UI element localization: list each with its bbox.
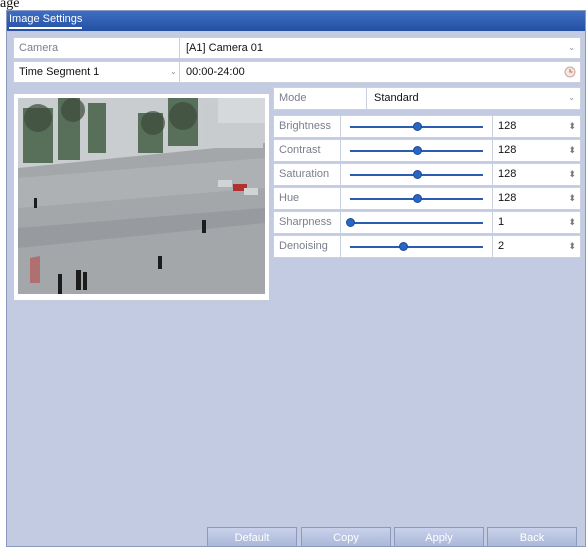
image-settings-window: Image Settings Camera [A1] Camera 01 ⌄ T… xyxy=(6,10,586,547)
window-title: Image Settings xyxy=(9,13,83,29)
mode-row[interactable]: Mode Standard ⌄ xyxy=(273,87,581,110)
adjustment-slider[interactable] xyxy=(341,140,492,161)
adjustment-value[interactable]: 128 xyxy=(498,140,516,161)
preview-image xyxy=(18,98,265,294)
spinner-arrows-icon[interactable]: ⬍ xyxy=(568,116,576,136)
slider-handle[interactable] xyxy=(413,146,422,155)
adjustment-value[interactable]: 128 xyxy=(498,116,516,137)
adjustment-slider[interactable] xyxy=(341,164,492,185)
adjustment-row: Sharpness 1 ⬍ xyxy=(273,211,581,234)
adjustment-value[interactable]: 1 xyxy=(498,212,504,233)
title-bar: Image Settings xyxy=(7,11,585,31)
adjustment-row: Saturation 128 ⬍ xyxy=(273,163,581,186)
adjustment-value[interactable]: 128 xyxy=(498,164,516,185)
adjustment-value[interactable]: 128 xyxy=(498,188,516,209)
default-button[interactable]: Default xyxy=(207,527,297,546)
adjustment-row: Brightness 128 ⬍ xyxy=(273,115,581,138)
adjustment-label: Denoising xyxy=(279,240,328,252)
camera-label: Camera xyxy=(19,42,59,54)
back-button[interactable]: Back xyxy=(487,527,577,546)
time-segment-select[interactable]: Time Segment 1 xyxy=(19,62,99,82)
slider-handle[interactable] xyxy=(346,218,355,227)
chevron-down-icon[interactable]: ⌄ xyxy=(568,38,575,58)
adjustment-row: Contrast 128 ⬍ xyxy=(273,139,581,162)
adjustment-label: Saturation xyxy=(279,168,330,180)
adjustment-row: Hue 128 ⬍ xyxy=(273,187,581,210)
adjustment-slider[interactable] xyxy=(341,236,492,257)
adjustment-slider[interactable] xyxy=(341,188,492,209)
camera-select[interactable]: [A1] Camera 01 xyxy=(186,38,263,58)
chevron-down-icon[interactable]: ⌄ xyxy=(568,88,575,108)
adjustment-row: Denoising 2 ⬍ xyxy=(273,235,581,258)
apply-button[interactable]: Apply xyxy=(394,527,484,546)
slider-handle[interactable] xyxy=(399,242,408,251)
spinner-arrows-icon[interactable]: ⬍ xyxy=(568,188,576,208)
adjustment-value[interactable]: 2 xyxy=(498,236,504,257)
adjustment-slider[interactable] xyxy=(341,116,492,137)
adjustment-slider[interactable] xyxy=(341,212,492,233)
slider-handle[interactable] xyxy=(413,170,422,179)
chevron-down-icon[interactable]: ⌄ xyxy=(170,62,177,82)
adjustment-label: Contrast xyxy=(279,144,321,156)
adjustment-label: Sharpness xyxy=(279,216,332,228)
time-range-value[interactable]: 00:00-24:00 xyxy=(186,62,245,82)
spinner-arrows-icon[interactable]: ⬍ xyxy=(568,212,576,232)
mode-select[interactable]: Standard xyxy=(374,88,419,109)
camera-row[interactable]: Camera [A1] Camera 01 ⌄ xyxy=(13,37,581,59)
slider-handle[interactable] xyxy=(413,194,422,203)
copy-button[interactable]: Copy xyxy=(301,527,391,546)
spinner-arrows-icon[interactable]: ⬍ xyxy=(568,164,576,184)
mode-label: Mode xyxy=(279,92,307,104)
camera-preview xyxy=(13,93,270,301)
slider-handle[interactable] xyxy=(413,122,422,131)
spinner-arrows-icon[interactable]: ⬍ xyxy=(568,236,576,256)
adjustment-label: Brightness xyxy=(279,120,331,132)
spinner-arrows-icon[interactable]: ⬍ xyxy=(568,140,576,160)
adjustment-label: Hue xyxy=(279,192,300,204)
time-segment-row: Time Segment 1 ⌄ 00:00-24:00 xyxy=(13,61,581,83)
clock-icon[interactable] xyxy=(564,66,576,78)
